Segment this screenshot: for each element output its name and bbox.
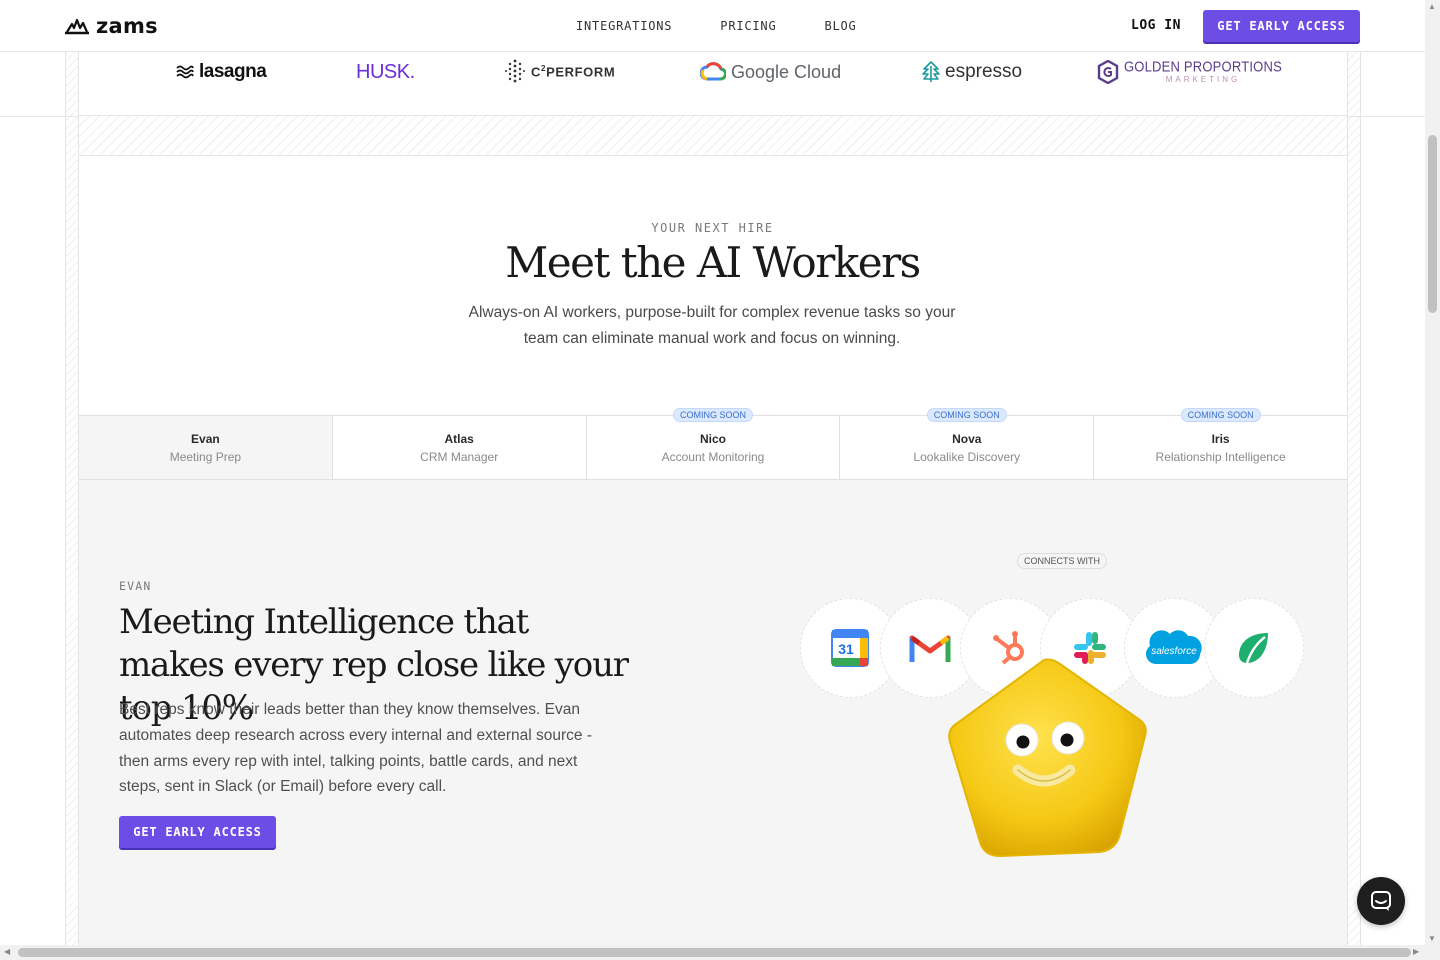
espresso-logo: espresso <box>922 58 1022 86</box>
evan-mascot-illustration <box>944 656 1150 865</box>
nav-link-blog[interactable]: BLOG <box>824 19 856 33</box>
vertical-scrollbar-thumb[interactable] <box>1428 135 1437 313</box>
login-link[interactable]: LOG IN <box>1131 18 1181 33</box>
husk-logo: HUSK. <box>356 60 415 83</box>
tab-role: Account Monitoring <box>661 449 765 464</box>
golden-proportions-hex-icon <box>1097 60 1119 84</box>
tab-name: Nova <box>952 431 982 446</box>
hatched-divider-band <box>79 116 1347 156</box>
hero-eyebrow: YOUR NEXT HIRE <box>651 221 774 235</box>
right-decorative-rail <box>1347 52 1361 947</box>
top-navigation: zams INTEGRATIONS PRICING BLOG LOG IN GE… <box>0 0 1425 52</box>
ai-worker-tabs: Evan Meeting Prep Atlas CRM Manager COMI… <box>79 408 1347 480</box>
tab-name: Atlas <box>444 431 474 446</box>
hero-subtitle: Always-on AI workers, purpose-built for … <box>468 304 956 347</box>
c2perform-logo: C2PERFORM <box>504 58 615 86</box>
scroll-right-arrow-icon[interactable]: ▶ <box>1413 948 1419 956</box>
coming-soon-badge: COMING SOON <box>672 408 753 422</box>
google-cloud-icon <box>700 62 726 81</box>
golden-proportions-logo: GOLDEN PROPORTIONS MARKETING <box>1097 58 1282 86</box>
espresso-tree-icon <box>922 61 940 82</box>
horizontal-scrollbar-thumb[interactable] <box>18 948 1411 957</box>
tab-name: Nico <box>699 431 726 446</box>
tab-role: CRM Manager <box>420 449 499 464</box>
zams-logo-icon <box>65 18 89 35</box>
coming-soon-badge: COMING SOON <box>1180 408 1261 422</box>
tab-role: Relationship Intelligence <box>1155 449 1286 464</box>
tab-name: Evan <box>191 431 220 446</box>
tab-evan[interactable]: Evan Meeting Prep <box>79 416 333 479</box>
lasagna-logo: lasagna <box>176 58 267 86</box>
worker-description: Best reps know their leads better than t… <box>119 701 592 796</box>
google-cloud-logo: Google Cloud <box>700 58 841 86</box>
google-calendar-icon: 31 <box>831 629 869 667</box>
tab-nova[interactable]: COMING SOON Nova Lookalike Discovery <box>840 408 1095 479</box>
nav-links: INTEGRATIONS PRICING BLOG <box>576 19 857 33</box>
chat-support-button[interactable] <box>1357 877 1405 925</box>
gong-integration <box>1204 598 1304 698</box>
customer-logos-strip: lasagna HUSK. C2PERFORM Google Cloud esp… <box>79 52 1347 116</box>
lasagna-wave-icon <box>176 65 194 79</box>
nav-link-pricing[interactable]: PRICING <box>720 19 776 33</box>
tab-name: Iris <box>1211 431 1230 446</box>
scroll-left-arrow-icon[interactable]: ◀ <box>4 948 10 956</box>
tab-role: Meeting Prep <box>169 449 242 464</box>
tab-nico[interactable]: COMING SOON Nico Account Monitoring <box>586 408 841 479</box>
gong-icon <box>1239 633 1268 664</box>
scroll-down-arrow-icon[interactable]: ▼ <box>1428 935 1436 943</box>
worker-eyebrow: EVAN <box>119 579 152 593</box>
left-decorative-rail <box>65 52 79 947</box>
svg-text:salesforce: salesforce <box>1151 646 1197 657</box>
connects-with-label: CONNECTS WITH <box>1017 553 1107 569</box>
tab-role: Lookalike Discovery <box>913 449 1021 464</box>
get-early-access-button[interactable]: GET EARLY ACCESS <box>119 816 276 848</box>
tab-iris[interactable]: COMING SOON Iris Relationship Intelligen… <box>1094 408 1347 479</box>
hero-title: Meet the AI Workers <box>505 238 921 287</box>
scroll-up-arrow-icon[interactable]: ▲ <box>1428 3 1436 11</box>
tab-atlas[interactable]: Atlas CRM Manager <box>332 416 587 479</box>
nav-link-integrations[interactable]: INTEGRATIONS <box>576 19 672 33</box>
chat-bubble-icon <box>1371 891 1391 911</box>
coming-soon-badge: COMING SOON <box>926 408 1007 422</box>
logo-text: zams <box>96 14 158 38</box>
salesforce-icon: salesforce <box>1146 630 1202 664</box>
c2perform-dots-icon <box>505 59 525 83</box>
svg-text:31: 31 <box>838 641 854 657</box>
get-early-access-nav-button[interactable]: GET EARLY ACCESS <box>1203 10 1360 42</box>
zams-logo[interactable]: zams <box>64 14 158 38</box>
